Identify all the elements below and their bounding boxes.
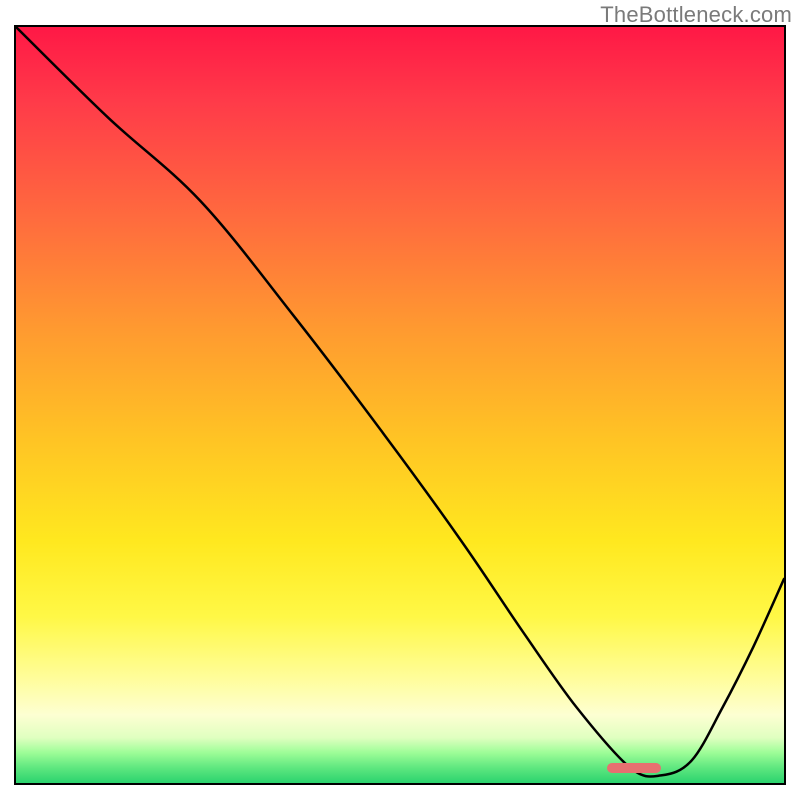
plot-frame <box>14 25 786 785</box>
bottleneck-curve <box>16 27 784 777</box>
curve-layer <box>16 27 784 783</box>
chart-container: TheBottleneck.com <box>0 0 800 800</box>
optimal-range-marker <box>607 763 661 773</box>
